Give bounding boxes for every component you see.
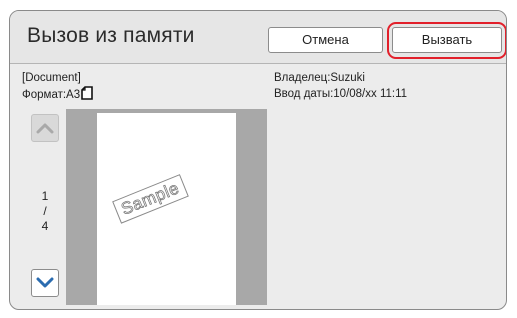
header-bar: Вызов из памяти Отмена Вызвать [10, 11, 506, 64]
recall-button-highlight [387, 22, 506, 59]
document-info: [Document] Формат:A3 [22, 70, 93, 103]
input-date-label: Ввод даты:10/08/xx 11:11 [274, 88, 408, 100]
document-name: [Document] [22, 72, 81, 84]
current-page: 1 [41, 189, 49, 203]
preview-area: Sample [66, 109, 267, 305]
document-format: Формат:A3 [22, 86, 93, 103]
page-separator: / [43, 204, 47, 218]
page-up-button[interactable] [31, 114, 59, 142]
owner-label: Владелец:Suzuki [274, 72, 365, 84]
sample-watermark: Sample [112, 174, 189, 224]
chevron-down-icon [36, 277, 54, 288]
format-label: Формат:A3 [22, 89, 81, 101]
page-counter: 1 / 4 [31, 189, 59, 234]
portrait-paper-icon [81, 86, 93, 100]
total-pages: 4 [41, 219, 49, 233]
preview-page: Sample [97, 113, 236, 305]
cancel-button[interactable]: Отмена [268, 27, 383, 53]
memory-recall-screen: Вызов из памяти Отмена Вызвать [Document… [9, 10, 507, 310]
document-meta: Владелец:Suzuki Ввод даты:10/08/xx 11:11 [274, 70, 407, 102]
page-title: Вызов из памяти [27, 24, 195, 47]
chevron-up-icon [36, 123, 54, 134]
page-down-button[interactable] [31, 269, 59, 297]
